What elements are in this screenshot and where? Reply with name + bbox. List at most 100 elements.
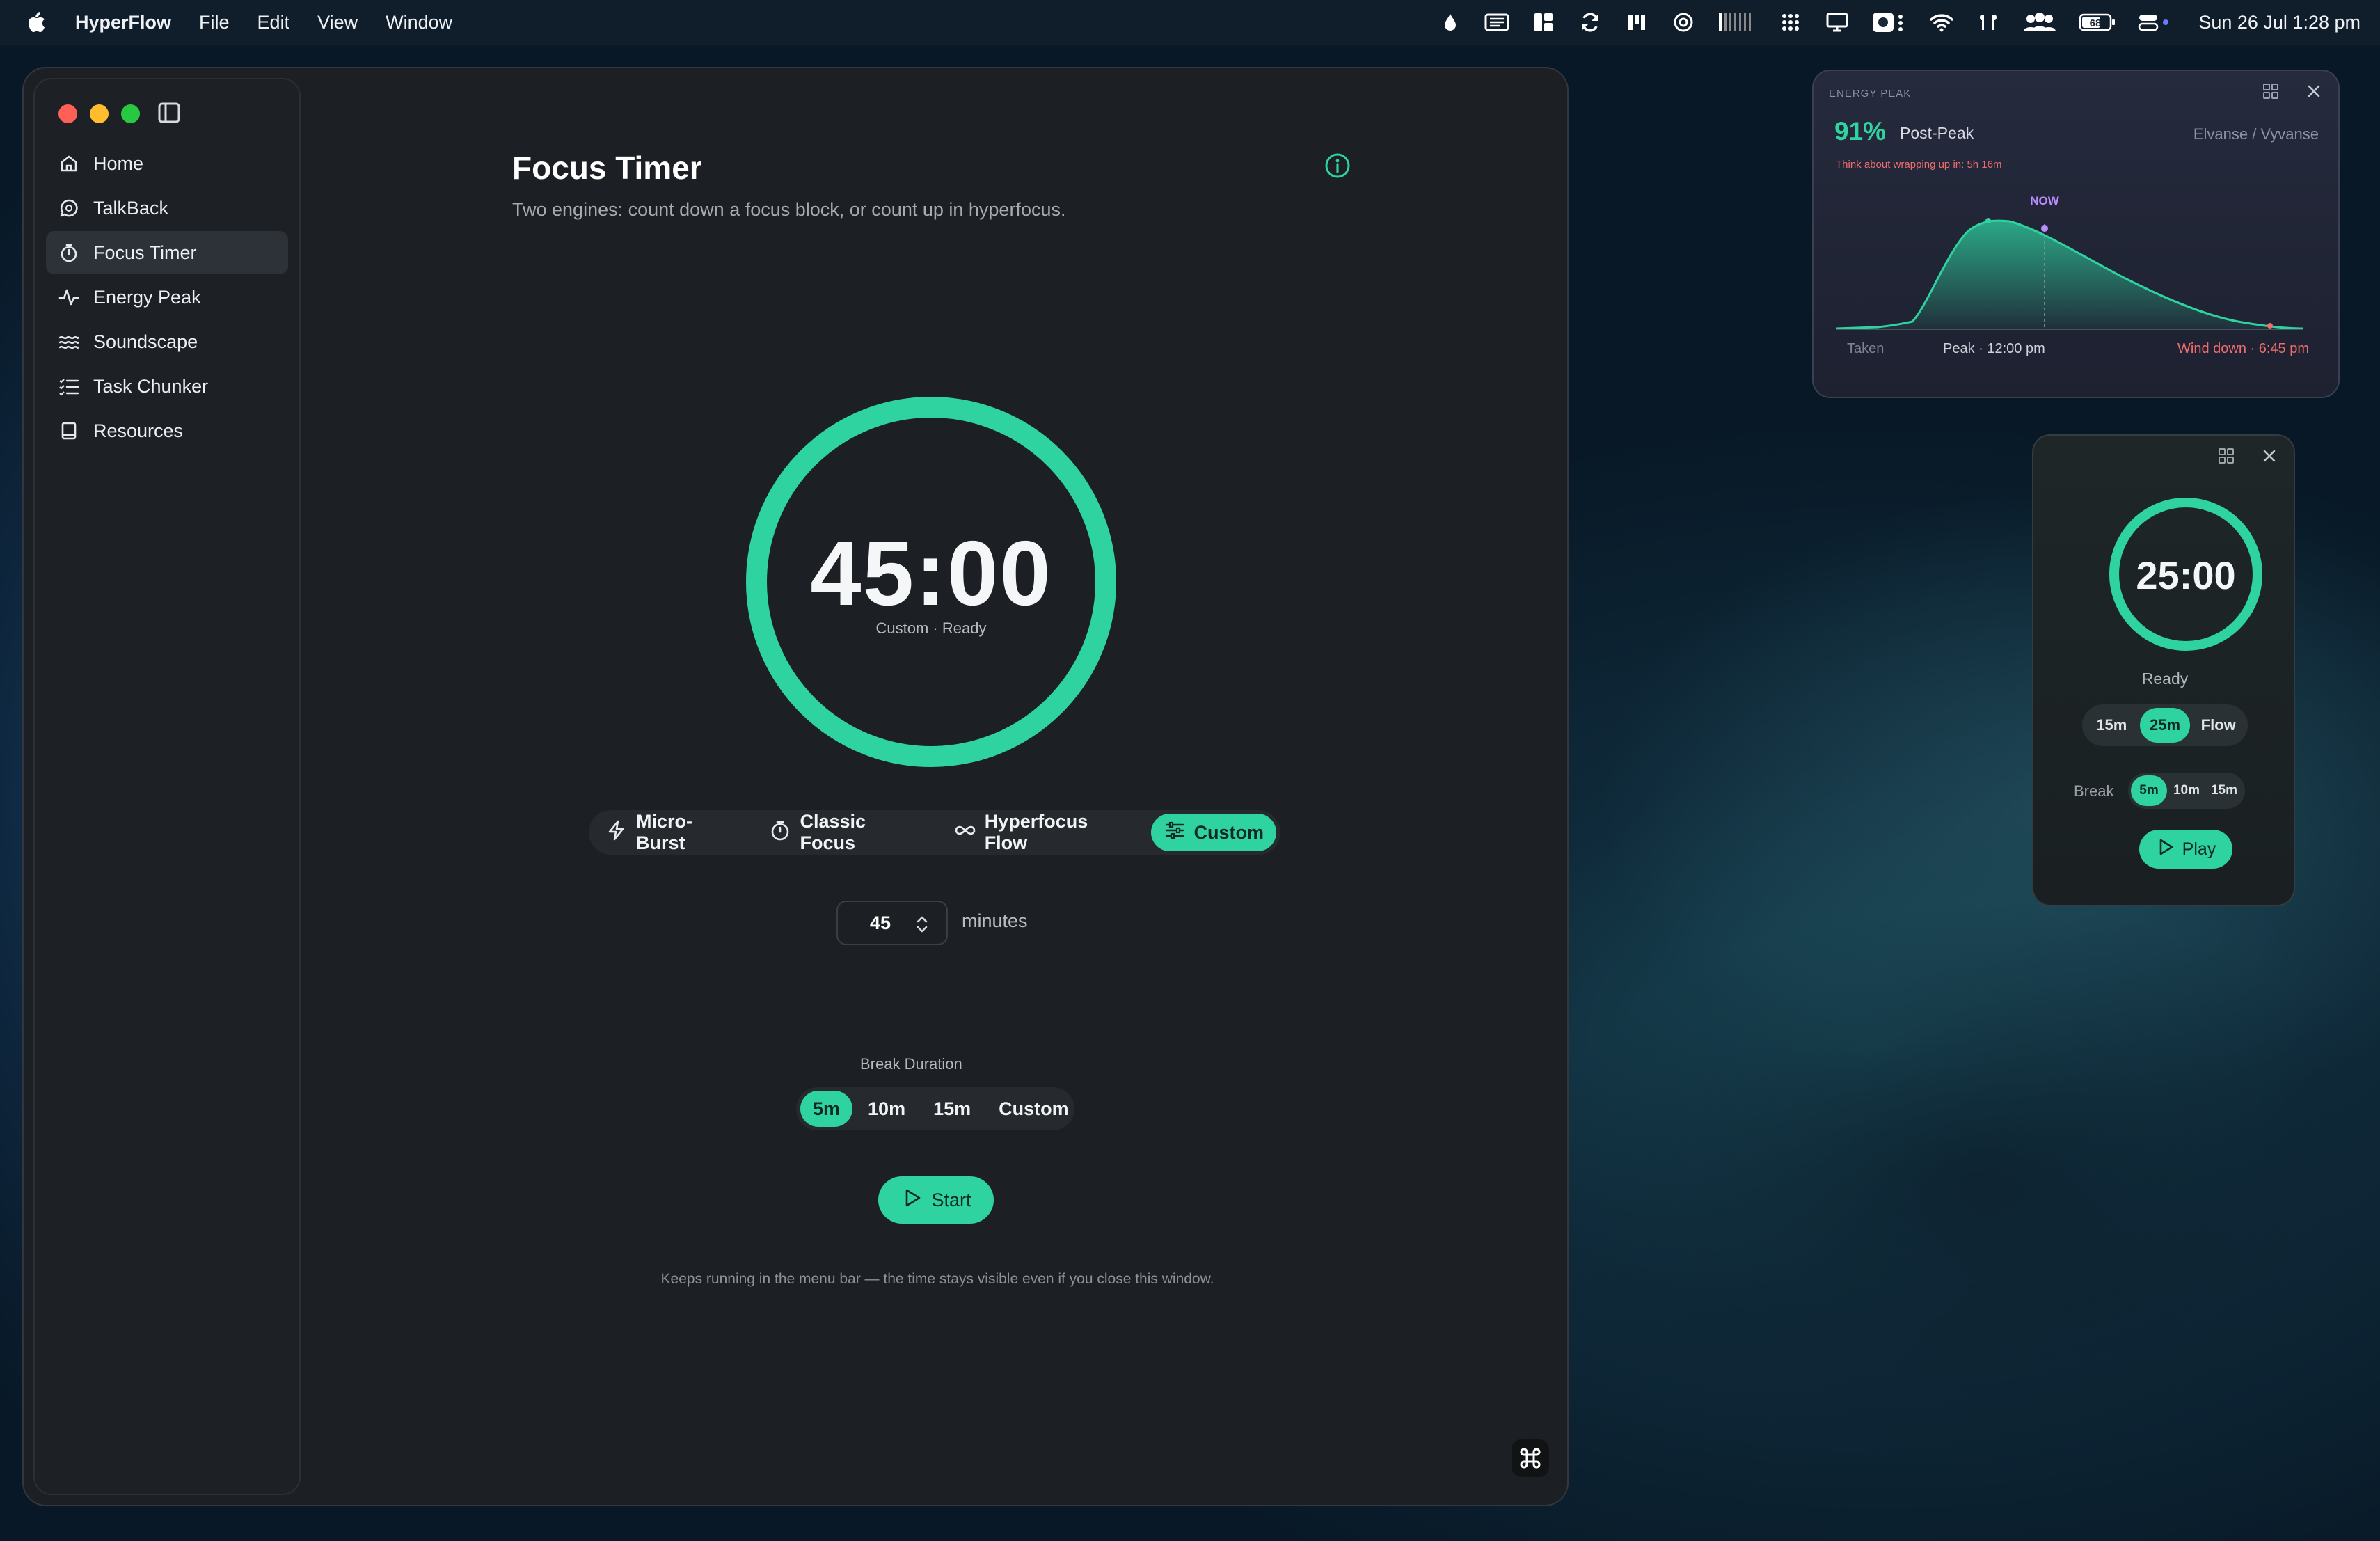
mini-timer-status: Ready xyxy=(2141,670,2189,688)
wand-icon[interactable] xyxy=(1624,10,1649,35)
energy-peak-widget[interactable]: ENERGY PEAK 91% Post-Peak Elvanse / Vyva… xyxy=(1812,70,2340,398)
energy-percent: 91% xyxy=(1834,117,1887,145)
waves-icon xyxy=(58,331,79,352)
mini-timer-widget[interactable]: 25:00 Ready 15m 25m Flow Break 5m 10m 15… xyxy=(2032,434,2295,906)
users-icon[interactable] xyxy=(2022,10,2057,35)
mode-label: Custom xyxy=(1193,821,1264,843)
sidebar-item-label: TalkBack xyxy=(93,197,169,219)
mini-duration-selector: 15m 25m Flow xyxy=(2082,704,2248,746)
bars-icon[interactable] xyxy=(1717,10,1756,35)
apple-logo-icon[interactable] xyxy=(25,10,49,34)
menu-bar: HyperFlow File Edit View Window 68 Sun 2… xyxy=(0,0,2380,45)
sidebar-item-label: Home xyxy=(93,152,144,174)
close-window-button[interactable] xyxy=(58,104,77,123)
sidebar-item-label: Task Chunker xyxy=(93,375,209,397)
airpods-icon[interactable] xyxy=(1976,10,2001,35)
close-icon[interactable] xyxy=(2305,82,2323,100)
minutes-label: minutes xyxy=(962,910,1028,931)
sidebar-item-talkback[interactable]: TalkBack xyxy=(46,187,288,230)
mode-micro-burst-button[interactable]: Micro-Burst xyxy=(593,811,752,853)
battery-icon[interactable]: 68 xyxy=(2079,10,2116,35)
mode-classic-focus-button[interactable]: Classic Focus xyxy=(756,811,937,853)
footnote: Keeps running in the menu bar — the time… xyxy=(660,1271,1214,1287)
energy-curve-area xyxy=(1836,221,2303,329)
sidebar-item-label: Focus Timer xyxy=(93,242,197,263)
bolt-icon xyxy=(605,819,628,846)
stepper-arrows-icon[interactable] xyxy=(914,915,930,934)
mini-duration-25m-button[interactable]: 25m xyxy=(2139,708,2191,743)
zoom-window-button[interactable] xyxy=(121,104,140,123)
menu-view[interactable]: View xyxy=(317,12,358,33)
wrap-up-warning: Think about wrapping up in: 5h 16m xyxy=(1836,159,2002,171)
layout-icon[interactable] xyxy=(1531,10,1556,35)
wind-down-label: Wind down · 6:45 pm xyxy=(2177,341,2309,356)
command-icon[interactable] xyxy=(1512,1439,1549,1477)
expand-icon[interactable] xyxy=(2262,82,2280,100)
mini-break-10m-button[interactable]: 10m xyxy=(2168,775,2205,806)
menu-app-name[interactable]: HyperFlow xyxy=(75,12,171,33)
stopwatch-icon xyxy=(769,819,791,846)
mini-break-selector: 5m 10m 15m xyxy=(2128,773,2245,809)
mini-timer-display: 25:00 xyxy=(2136,553,2236,597)
mini-break-15m-button[interactable]: 15m xyxy=(2206,775,2242,806)
sidebar-item-label: Energy Peak xyxy=(93,286,201,308)
mode-selector: Micro-Burst Classic Focus Hyperfocus Flo… xyxy=(589,810,1280,855)
mode-label: Hyperfocus Flow xyxy=(984,811,1088,853)
mode-hyperfocus-flow-button[interactable]: Hyperfocus Flow xyxy=(942,811,1147,853)
battery-level-text: 68 xyxy=(2090,17,2102,29)
sidebar-toggle-icon[interactable] xyxy=(157,102,181,124)
break-10m-button[interactable]: 10m xyxy=(855,1091,918,1127)
medication-name: Elvanse / Vyvanse xyxy=(2193,125,2319,143)
minutes-stepper[interactable]: 45 xyxy=(836,901,948,945)
sidebar-item-task-chunker[interactable]: Task Chunker xyxy=(46,365,288,408)
display-icon[interactable] xyxy=(1825,10,1850,35)
sidebar-item-energy-peak[interactable]: Energy Peak xyxy=(46,276,288,319)
close-icon[interactable] xyxy=(2260,447,2278,465)
break-custom-button[interactable]: Custom xyxy=(986,1091,1081,1127)
sidebar-item-focus-timer[interactable]: Focus Timer xyxy=(46,231,288,274)
record-icon[interactable] xyxy=(1871,10,1907,35)
sidebar-item-label: Soundscape xyxy=(93,331,198,352)
energy-curve-chart: NOW xyxy=(1836,194,2303,330)
now-point xyxy=(2041,225,2048,232)
checklist-icon xyxy=(58,376,79,397)
page-title: Focus Timer xyxy=(512,150,702,186)
home-icon xyxy=(58,153,79,174)
info-icon[interactable] xyxy=(1324,152,1351,180)
sidebar: Home TalkBack Focus Timer Energy Peak So… xyxy=(33,78,301,1495)
drop-icon[interactable] xyxy=(1438,10,1463,35)
grid-icon[interactable] xyxy=(1778,10,1803,35)
mode-custom-button[interactable]: Custom xyxy=(1150,814,1276,851)
expand-icon[interactable] xyxy=(2217,447,2235,465)
widget-header: ENERGY PEAK xyxy=(1829,88,1912,100)
start-label: Start xyxy=(931,1189,971,1210)
wind-down-point xyxy=(2267,323,2273,329)
menu-edit[interactable]: Edit xyxy=(257,12,290,33)
sidebar-item-home[interactable]: Home xyxy=(46,142,288,185)
sync-icon[interactable] xyxy=(1578,10,1603,35)
control-center-icon[interactable] xyxy=(2138,10,2171,35)
peak-point xyxy=(1985,218,1991,223)
break-5m-button[interactable]: 5m xyxy=(800,1091,853,1127)
start-button[interactable]: Start xyxy=(878,1176,994,1224)
sidebar-item-resources[interactable]: Resources xyxy=(46,409,288,452)
target-icon[interactable] xyxy=(1671,10,1696,35)
play-button[interactable]: Play xyxy=(2139,830,2232,869)
menu-clock[interactable]: Sun 26 Jul 1:28 pm xyxy=(2198,12,2361,33)
mini-duration-15m-button[interactable]: 15m xyxy=(2086,708,2137,743)
menu-file[interactable]: File xyxy=(199,12,230,33)
minutes-value: 45 xyxy=(870,912,891,933)
wifi-icon[interactable] xyxy=(1929,10,1954,35)
menu-window[interactable]: Window xyxy=(386,12,452,33)
mini-duration-flow-button[interactable]: Flow xyxy=(2193,708,2244,743)
mini-break-5m-button[interactable]: 5m xyxy=(2131,775,2167,806)
peak-time-label: Peak · 12:00 pm xyxy=(1943,341,2045,356)
widget-controls xyxy=(2217,447,2278,465)
break-15m-button[interactable]: 15m xyxy=(921,1091,983,1127)
sidebar-item-soundscape[interactable]: Soundscape xyxy=(46,320,288,363)
widget-controls xyxy=(2262,82,2323,100)
minimize-window-button[interactable] xyxy=(90,104,109,123)
break-selector: 5m 10m 15m Custom xyxy=(796,1087,1074,1130)
news-icon[interactable] xyxy=(1484,10,1509,35)
play-icon xyxy=(2156,837,2175,862)
